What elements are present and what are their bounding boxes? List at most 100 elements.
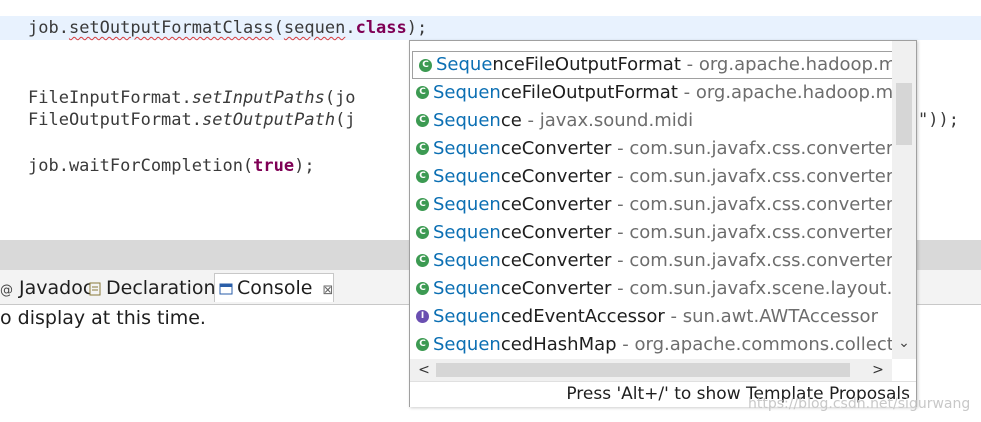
code-keyword: true xyxy=(253,156,295,176)
interface-icon: I xyxy=(416,310,429,323)
proposal-package: - com.sun.javafx.css.converters.Ins xyxy=(617,138,892,159)
code-line-3[interactable]: FileOutputFormat.setOutputPath(j xyxy=(28,109,356,131)
code-token-method: setOutputFormatClass xyxy=(68,18,274,38)
code-token-method: setOutputPath xyxy=(202,110,336,130)
proposal-match: Sequen xyxy=(433,306,501,327)
class-icon: C xyxy=(419,59,432,72)
chevron-down-icon[interactable]: ⌄ xyxy=(896,333,912,353)
proposal-name: ceConverter xyxy=(500,194,612,215)
tab-console-label: Console xyxy=(237,277,313,299)
code-token: job.waitForCompletion( xyxy=(28,156,254,176)
code-keyword: class xyxy=(355,18,407,38)
class-icon: C xyxy=(416,338,429,351)
proposal-item[interactable]: C SequenceConverter - com.sun.javafx.css.… xyxy=(410,191,892,219)
vertical-scrollbar[interactable]: ⌄ xyxy=(892,41,916,359)
proposal-text: Sequence - javax.sound.midi xyxy=(433,107,693,135)
code-token: ")); xyxy=(918,110,959,130)
proposal-text: SequenceConverter - com.sun.javafx.css.c… xyxy=(433,135,892,163)
proposal-item[interactable]: C Sequence - javax.sound.midi xyxy=(410,107,892,135)
code-line-1[interactable]: job.setOutputFormatClass(sequen.class); xyxy=(28,17,427,39)
proposal-item[interactable]: C SequenceFileOutputFormat - org.apache.h… xyxy=(410,79,892,107)
proposal-package: - com.sun.javafx.scene.layout.regi xyxy=(617,278,892,299)
proposal-item[interactable]: C SequenceConverter - com.sun.javafx.scen… xyxy=(410,275,892,303)
content-assist-popup[interactable]: C SequenceFileOutputFormat - org.apache.h… xyxy=(409,40,917,407)
code-token-typed: sequen xyxy=(283,18,346,38)
code-line-3-tail: ")); xyxy=(918,109,959,131)
proposal-name: ce xyxy=(500,110,522,131)
chevron-right-icon[interactable]: > xyxy=(868,360,888,380)
code-line-2[interactable]: FileInputFormat.setInputPaths(jo xyxy=(28,87,356,109)
proposal-text: SequencedEventAccessor - sun.awt.AWTAcce… xyxy=(433,303,878,331)
proposal-package: - com.sun.javafx.css.converters.UR xyxy=(617,250,892,271)
code-token: . xyxy=(345,18,356,38)
proposal-item[interactable]: C SequenceConverter - com.sun.javafx.css.… xyxy=(410,247,892,275)
close-icon[interactable]: ⊠ xyxy=(322,283,333,298)
tab-declaration[interactable]: Declaration xyxy=(88,274,216,302)
tab-declaration-label: Declaration xyxy=(106,277,216,299)
proposal-name: ceConverter xyxy=(500,250,612,271)
proposal-item[interactable]: C SequencedHashMap - org.apache.commons.c… xyxy=(410,331,892,359)
proposal-match: Sequen xyxy=(433,222,501,243)
proposal-match: Seque xyxy=(436,54,493,75)
proposal-text: SequenceConverter - com.sun.javafx.scene… xyxy=(433,275,892,303)
code-line-4[interactable]: job.waitForCompletion(true); xyxy=(28,155,315,177)
tab-javadoc[interactable]: @ Javadoc xyxy=(0,274,93,302)
proposal-match: Sequen xyxy=(433,278,501,299)
declaration-icon xyxy=(89,282,101,296)
proposal-match: Sequen xyxy=(433,250,501,271)
scroll-thumb[interactable] xyxy=(436,363,850,377)
proposal-name: nceFileOutputFormat xyxy=(492,54,681,75)
class-icon: C xyxy=(416,198,429,211)
class-icon: C xyxy=(416,170,429,183)
proposal-package: - com.sun.javafx.css.converters.Siz xyxy=(617,194,892,215)
horizontal-scrollbar[interactable]: < > xyxy=(410,359,892,381)
watermark: https://blog.csdn.net/sigurwang xyxy=(748,396,971,412)
proposal-name: cedEventAccessor xyxy=(500,306,665,327)
class-icon: C xyxy=(416,226,429,239)
class-icon: C xyxy=(416,254,429,267)
code-token: (j xyxy=(335,110,356,130)
proposal-package: - org.apache.hadoop.mapred xyxy=(686,54,892,75)
proposal-name: ceConverter xyxy=(500,138,612,159)
proposal-package: - javax.sound.midi xyxy=(521,110,694,131)
proposal-match: Sequen xyxy=(433,110,501,131)
proposal-text: SequenceFileOutputFormat - org.apache.ha… xyxy=(436,52,892,78)
proposal-name: ceConverter xyxy=(500,166,612,187)
proposal-match: Sequen xyxy=(433,334,501,355)
proposal-item[interactable]: C SequenceConverter - com.sun.javafx.css.… xyxy=(410,135,892,163)
code-token: FileOutputFormat. xyxy=(28,110,202,130)
proposal-package: - com.sun.javafx.css.converters.Pa xyxy=(617,166,892,187)
class-icon: C xyxy=(416,142,429,155)
proposal-name: cedHashMap xyxy=(500,334,617,355)
proposal-text: SequenceConverter - com.sun.javafx.css.c… xyxy=(433,219,892,247)
proposal-match: Sequen xyxy=(433,138,501,159)
tab-console[interactable]: Console ⊠ xyxy=(214,273,334,302)
proposal-package: - com.sun.javafx.css.converters.Str xyxy=(617,222,892,243)
proposal-item[interactable]: I SequencedEventAccessor - sun.awt.AWTAcc… xyxy=(410,303,892,331)
proposal-match: Sequen xyxy=(433,194,501,215)
proposal-item[interactable]: C SequenceFileOutputFormat - org.apache.h… xyxy=(412,51,892,79)
proposal-name: ceFileOutputFormat xyxy=(500,82,678,103)
proposal-package: - sun.awt.AWTAccessor xyxy=(664,306,878,327)
class-icon: C xyxy=(416,282,429,295)
chevron-left-icon[interactable]: < xyxy=(414,360,434,380)
proposal-match: Sequen xyxy=(433,166,501,187)
proposal-item[interactable]: C SequenceConverter - com.sun.javafx.css.… xyxy=(410,163,892,191)
code-token: ); xyxy=(406,18,428,38)
proposal-item[interactable]: C SequenceConverter - com.sun.javafx.css.… xyxy=(410,219,892,247)
scroll-thumb[interactable] xyxy=(896,83,912,145)
code-token: ); xyxy=(294,156,315,176)
proposal-name: ceConverter xyxy=(500,278,612,299)
code-token: (jo xyxy=(324,88,356,108)
code-token: ( xyxy=(273,18,284,38)
code-token-method: setInputPaths xyxy=(191,88,325,108)
proposal-match: Sequen xyxy=(433,82,501,103)
proposal-text: SequenceConverter - com.sun.javafx.css.c… xyxy=(433,247,892,275)
code-token: FileInputFormat. xyxy=(28,88,192,108)
code-token: job. xyxy=(28,18,69,38)
proposal-text: SequencedHashMap - org.apache.commons.co… xyxy=(433,331,892,359)
tab-javadoc-label: Javadoc xyxy=(19,277,94,299)
console-message: o display at this time. xyxy=(0,307,206,329)
proposal-text: SequenceConverter - com.sun.javafx.css.c… xyxy=(433,163,892,191)
proposal-list[interactable]: C SequenceFileOutputFormat - org.apache.h… xyxy=(410,41,892,359)
